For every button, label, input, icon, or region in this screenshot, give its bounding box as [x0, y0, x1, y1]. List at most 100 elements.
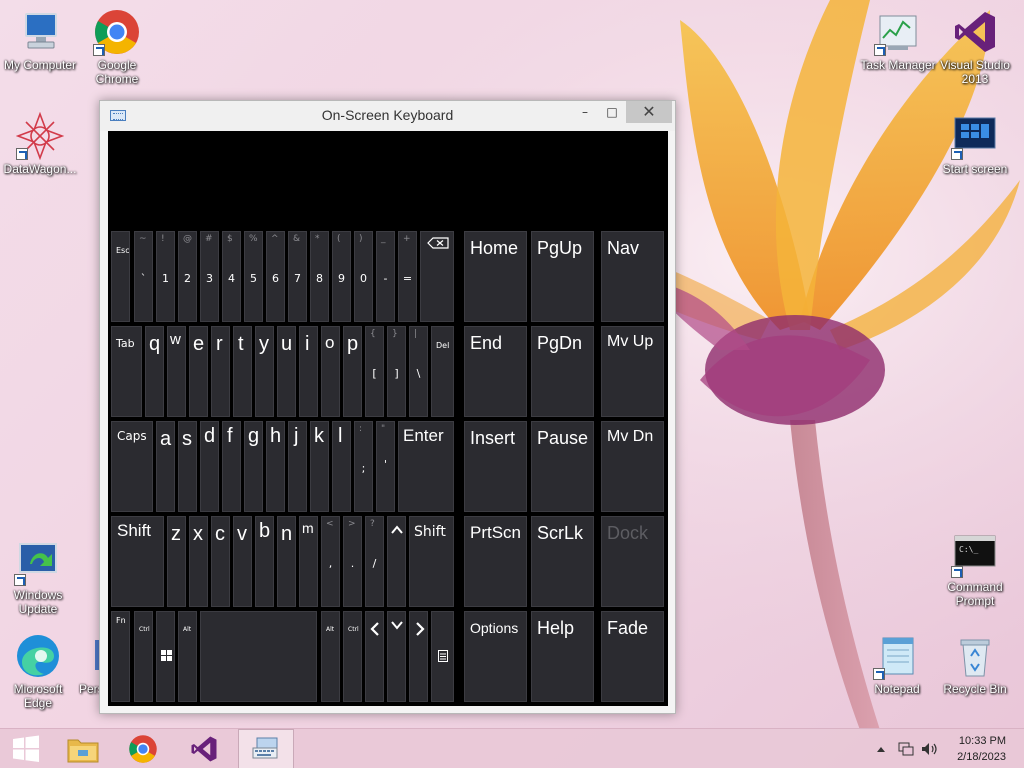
- key-w[interactable]: w: [167, 326, 186, 417]
- desktop-icon-windows-update[interactable]: Windows Update: [0, 538, 78, 616]
- key-prtscn[interactable]: PrtScn: [464, 516, 527, 607]
- key-alt-left[interactable]: Alt: [178, 611, 197, 702]
- key-alt-right[interactable]: Alt: [321, 611, 340, 702]
- key-insert[interactable]: Insert: [464, 421, 527, 512]
- key-caps[interactable]: Caps: [111, 421, 153, 512]
- key-windows[interactable]: [156, 611, 175, 702]
- key-close-bracket[interactable]: } ]: [387, 326, 406, 417]
- key-open-bracket[interactable]: { [: [365, 326, 384, 417]
- desktop-icon-visual-studio[interactable]: Visual Studio 2013: [935, 8, 1015, 86]
- key-backslash[interactable]: | \: [409, 326, 428, 417]
- key-q[interactable]: q: [145, 326, 164, 417]
- key-semicolon[interactable]: : ;: [354, 421, 373, 512]
- key-5[interactable]: % 5: [244, 231, 263, 322]
- key-r[interactable]: r: [211, 326, 230, 417]
- key-down-arrow[interactable]: [387, 611, 406, 702]
- key-left-arrow[interactable]: [365, 611, 384, 702]
- desktop-icon-google-chrome[interactable]: Google Chrome: [77, 8, 157, 86]
- key-options[interactable]: Options: [464, 611, 527, 702]
- start-button[interactable]: [0, 729, 56, 768]
- key-comma[interactable]: < ,: [321, 516, 340, 607]
- key-f[interactable]: f: [222, 421, 241, 512]
- show-hidden-icons-icon[interactable]: [876, 745, 886, 753]
- key-nav[interactable]: Nav: [601, 231, 664, 322]
- key-0[interactable]: ) 0: [354, 231, 373, 322]
- key-l[interactable]: l: [332, 421, 351, 512]
- key-help[interactable]: Help: [531, 611, 594, 702]
- key-scrlk[interactable]: ScrLk: [531, 516, 594, 607]
- key-n[interactable]: n: [277, 516, 296, 607]
- key-h[interactable]: h: [266, 421, 285, 512]
- key-j[interactable]: j: [288, 421, 307, 512]
- maximize-button[interactable]: □: [597, 101, 627, 123]
- key-k[interactable]: k: [310, 421, 329, 512]
- key-b[interactable]: b: [255, 516, 274, 607]
- key-c[interactable]: c: [211, 516, 230, 607]
- clock-time[interactable]: 10:33 PM: [926, 735, 1006, 747]
- key-v[interactable]: v: [233, 516, 252, 607]
- key-m[interactable]: m: [299, 516, 318, 607]
- key-end[interactable]: End: [464, 326, 527, 417]
- key-dock[interactable]: Dock: [601, 516, 664, 607]
- key-z[interactable]: z: [167, 516, 186, 607]
- key-a[interactable]: a: [156, 421, 175, 512]
- key-x[interactable]: x: [189, 516, 208, 607]
- key-slash[interactable]: ? /: [365, 516, 384, 607]
- taskbar-chrome[interactable]: [115, 729, 171, 768]
- key-p[interactable]: p: [343, 326, 362, 417]
- key-ctrl-right[interactable]: Ctrl: [343, 611, 362, 702]
- key-3[interactable]: # 3: [200, 231, 219, 322]
- key-pgup[interactable]: PgUp: [531, 231, 594, 322]
- key-2[interactable]: @ 2: [178, 231, 197, 322]
- key-6[interactable]: ^ 6: [266, 231, 285, 322]
- key-fn[interactable]: Fn: [111, 611, 130, 702]
- key-equals[interactable]: + =: [398, 231, 417, 322]
- desktop-icon-my-computer[interactable]: My Computer: [0, 8, 80, 72]
- key-home[interactable]: Home: [464, 231, 527, 322]
- key-7[interactable]: & 7: [288, 231, 307, 322]
- key-menu[interactable]: [431, 611, 454, 702]
- network-icon[interactable]: [898, 742, 914, 756]
- desktop-icon-task-manager[interactable]: Task Manager: [858, 8, 938, 72]
- key-pause[interactable]: Pause: [531, 421, 594, 512]
- desktop-icon-recycle-bin[interactable]: Recycle Bin: [935, 632, 1015, 696]
- key-d[interactable]: d: [200, 421, 219, 512]
- key-shift-right[interactable]: Shift: [409, 516, 454, 607]
- key-quote[interactable]: " ': [376, 421, 395, 512]
- key-fade[interactable]: Fade: [601, 611, 664, 702]
- minimize-button[interactable]: –: [570, 101, 600, 123]
- desktop-icon-datawagon[interactable]: DataWagon...: [0, 111, 80, 176]
- key-esc[interactable]: Esc: [111, 231, 130, 322]
- key-mv-up[interactable]: Mv Up: [601, 326, 664, 417]
- taskbar-visual-studio[interactable]: [176, 729, 232, 768]
- key-i[interactable]: i: [299, 326, 318, 417]
- clock-date[interactable]: 2/18/2023: [926, 751, 1006, 763]
- key-y[interactable]: y: [255, 326, 274, 417]
- desktop-icon-personalize[interactable]: Pers: [60, 632, 104, 696]
- key-enter[interactable]: Enter: [398, 421, 454, 512]
- key-pgdn[interactable]: PgDn: [531, 326, 594, 417]
- key-backspace[interactable]: [420, 231, 454, 322]
- key-s[interactable]: s: [178, 421, 197, 512]
- key-minus[interactable]: _ -: [376, 231, 395, 322]
- key-o[interactable]: o: [321, 326, 340, 417]
- key-tab[interactable]: Tab: [111, 326, 142, 417]
- key-1[interactable]: ! 1: [156, 231, 175, 322]
- osk-titlebar[interactable]: On-Screen Keyboard – □ ✕: [100, 101, 675, 131]
- key-mv-dn[interactable]: Mv Dn: [601, 421, 664, 512]
- key-ctrl-left[interactable]: Ctrl: [134, 611, 153, 702]
- key-u[interactable]: u: [277, 326, 296, 417]
- key-4[interactable]: $ 4: [222, 231, 241, 322]
- key-del[interactable]: Del: [431, 326, 454, 417]
- desktop-icon-start-screen[interactable]: Start screen: [935, 112, 1015, 176]
- taskbar-on-screen-keyboard[interactable]: [238, 729, 294, 768]
- desktop-icon-notepad[interactable]: Notepad: [857, 632, 937, 696]
- key-shift-left[interactable]: Shift: [111, 516, 164, 607]
- taskbar-file-explorer[interactable]: [56, 729, 112, 768]
- key-e[interactable]: e: [189, 326, 208, 417]
- close-button[interactable]: ✕: [626, 101, 672, 123]
- key-8[interactable]: * 8: [310, 231, 329, 322]
- key-right-arrow[interactable]: [409, 611, 428, 702]
- key-up-arrow[interactable]: [387, 516, 406, 607]
- desktop-icon-command-prompt[interactable]: C:\_ Command Prompt: [935, 530, 1015, 608]
